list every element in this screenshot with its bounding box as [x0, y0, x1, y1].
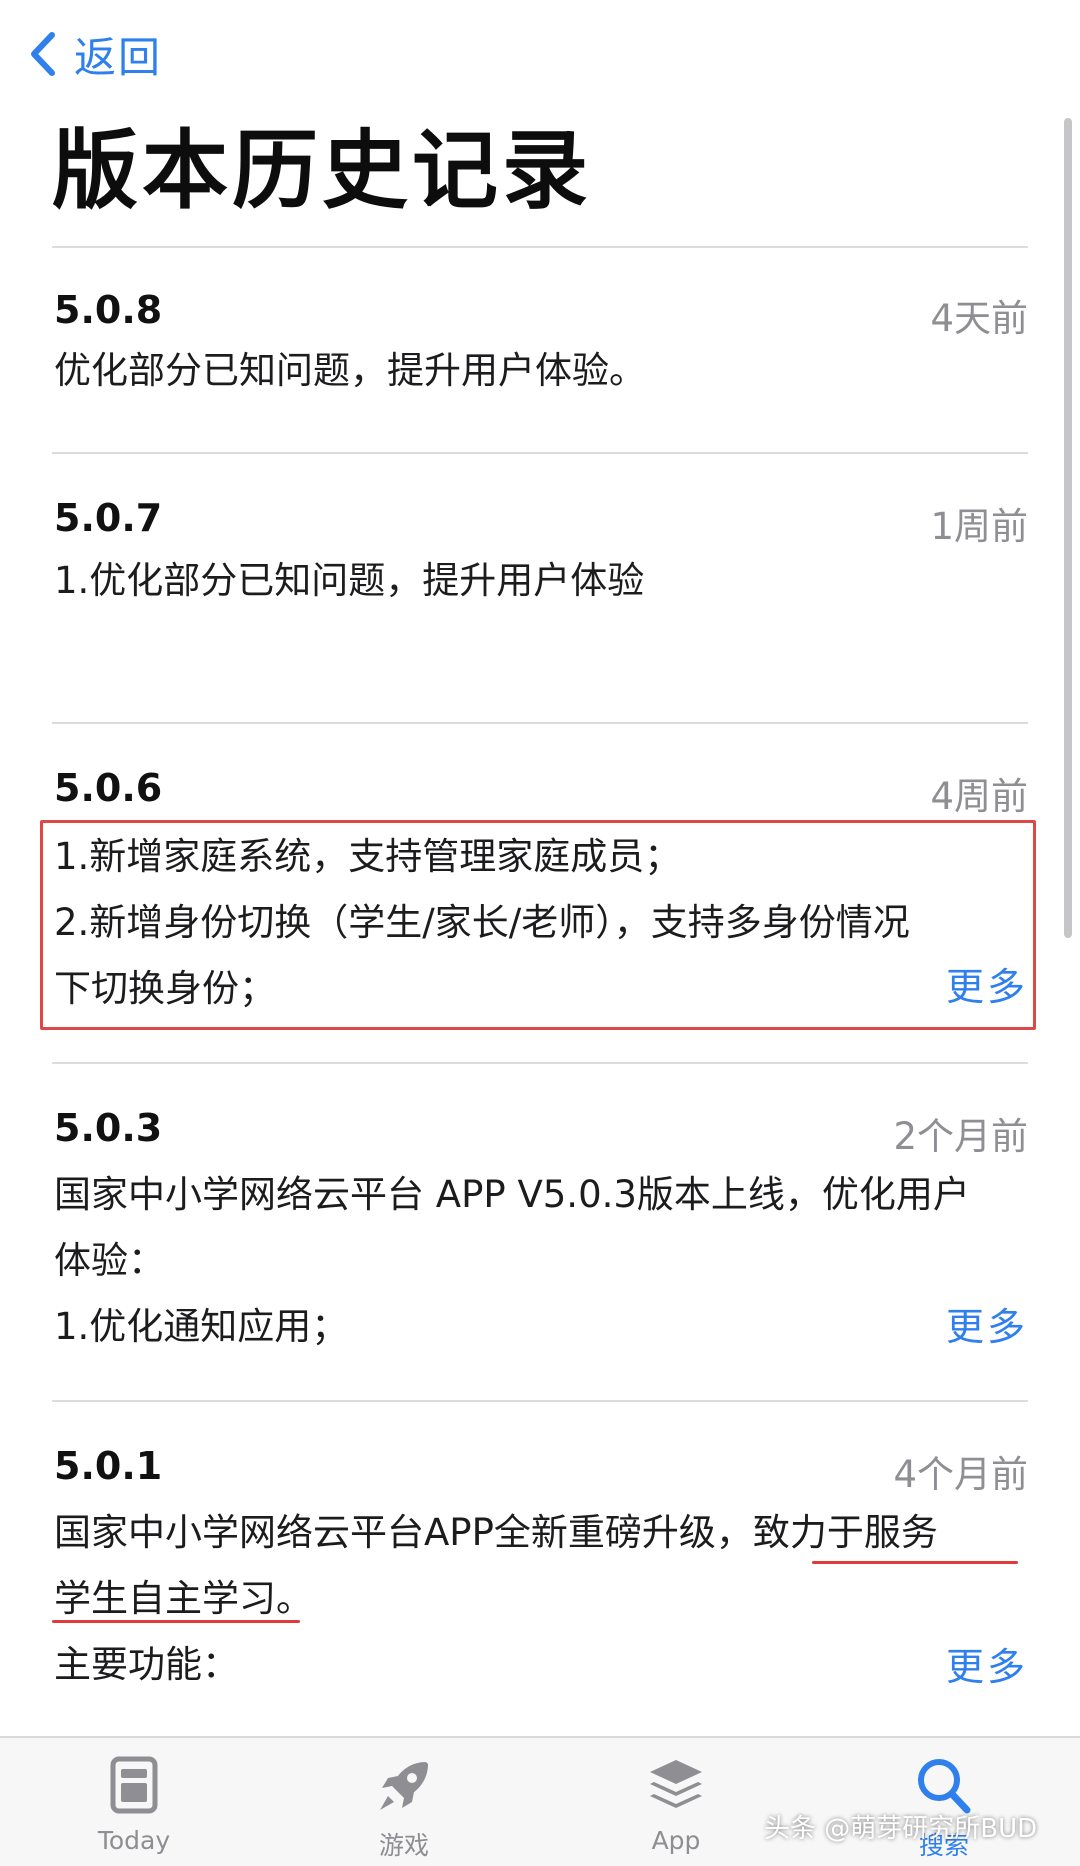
back-button[interactable]: 返回 [28, 22, 162, 86]
highlight-underline [52, 1620, 300, 1623]
watermark: 头条 @萌芽研究所BUD [764, 1814, 1038, 1844]
version-entry: 5.0.1 4个月前 国家中小学网络云平台APP全新重磅升级，致力于服务 学生自… [52, 1400, 1028, 1736]
version-number: 5.0.1 [54, 1444, 163, 1488]
tab-apps[interactable]: App [586, 1738, 766, 1866]
tab-search[interactable]: 搜索 [854, 1738, 1034, 1866]
layers-icon [650, 1760, 702, 1808]
more-button[interactable]: 更多 [946, 1296, 1028, 1351]
version-entry: 5.0.8 4天前 优化部分已知问题，提升用户体验。 [52, 246, 1028, 452]
tab-label: 游戏 [378, 1831, 429, 1860]
version-number: 5.0.3 [54, 1106, 163, 1150]
search-icon [918, 1759, 971, 1814]
rocket-icon [380, 1762, 428, 1810]
release-notes: 国家中小学网络云平台 APP V5.0.3版本上线，优化用户 体验： 1.优化通… [54, 1173, 970, 1348]
more-button[interactable]: 更多 [946, 1636, 1028, 1691]
version-number: 5.0.7 [54, 496, 163, 540]
tab-games[interactable]: 游戏 [314, 1738, 494, 1866]
chevron-left-icon [31, 32, 55, 76]
tab-label: Today [97, 1826, 171, 1855]
back-label: 返回 [74, 32, 163, 82]
highlight-box [40, 820, 1036, 1030]
version-entry: 5.0.3 2个月前 国家中小学网络云平台 APP V5.0.3版本上线，优化用… [52, 1062, 1028, 1400]
release-notes: 国家中小学网络云平台APP全新重磅升级，致力于服务 学生自主学习。 主要功能： [54, 1511, 938, 1686]
today-icon [110, 1756, 158, 1814]
scrollbar[interactable] [1064, 118, 1072, 938]
release-notes: 优化部分已知问题，提升用户体验。 [54, 349, 646, 392]
version-number: 5.0.8 [54, 288, 163, 332]
release-time: 1周前 [930, 505, 1028, 548]
release-time: 4周前 [930, 775, 1028, 818]
tab-today[interactable]: Today [44, 1738, 224, 1866]
release-notes: 1.优化部分已知问题，提升用户体验 [54, 559, 645, 602]
highlight-underline [812, 1561, 1018, 1564]
version-number: 5.0.6 [54, 766, 163, 810]
version-entry: 5.0.7 1周前 1.优化部分已知问题，提升用户体验 [52, 452, 1028, 722]
release-time: 2个月前 [893, 1115, 1028, 1158]
tab-bar: Today 游戏 App 搜索 [0, 1736, 1080, 1866]
tab-label: App [651, 1826, 701, 1855]
release-time: 4个月前 [893, 1453, 1028, 1496]
release-time: 4天前 [930, 297, 1028, 340]
page-title: 版本历史记录 [52, 121, 592, 221]
